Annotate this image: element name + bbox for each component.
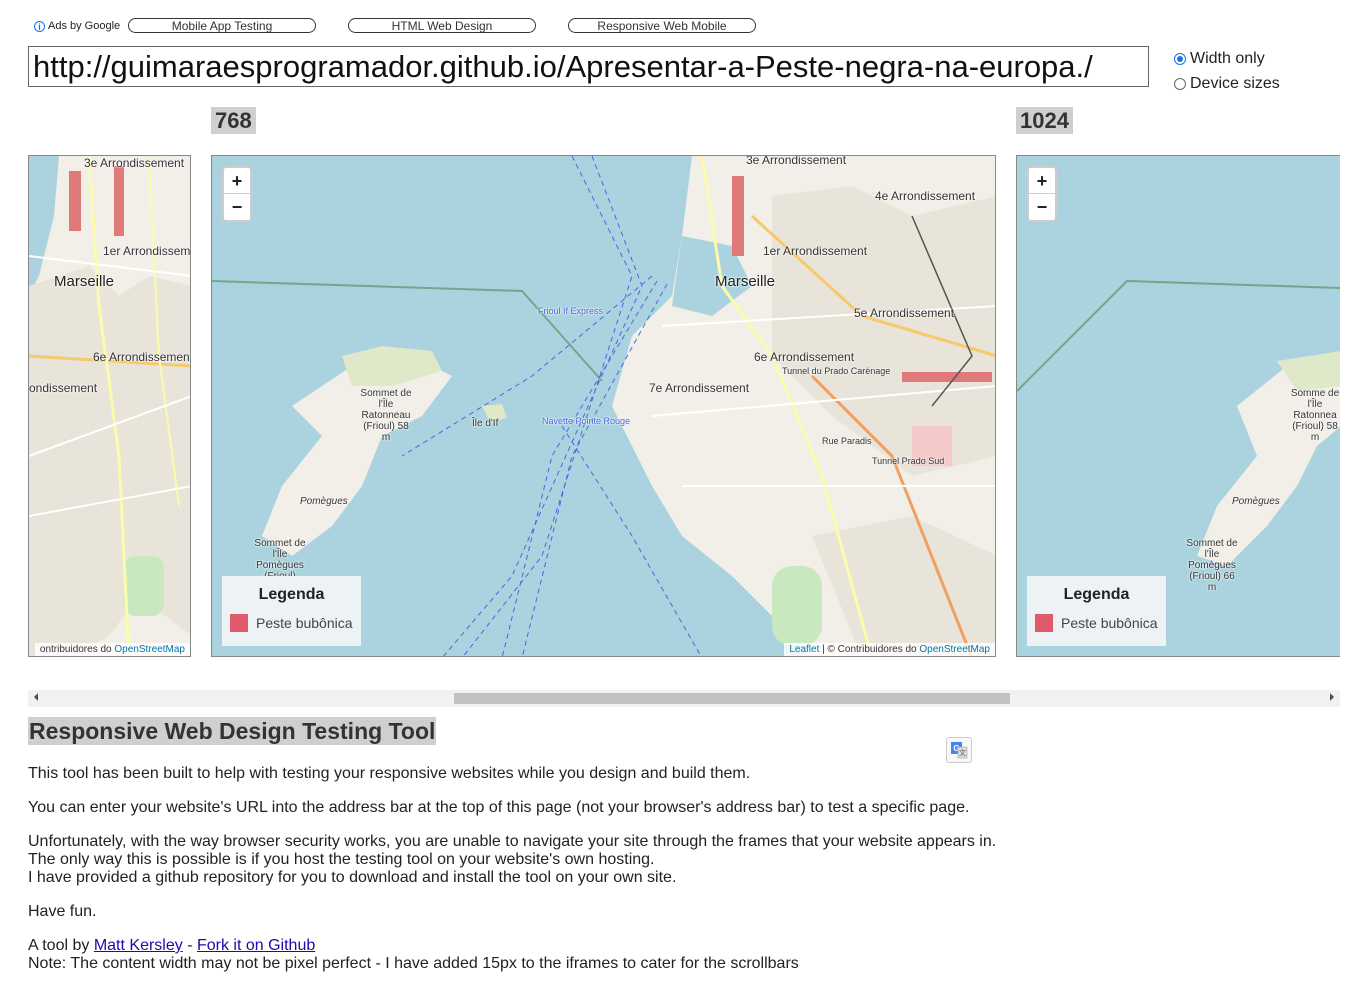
scroll-left-arrow-icon[interactable] (34, 693, 38, 701)
label-sommet-ratonneau: Sommet de l'Île Ratonneau (Frioul) 58 m (360, 388, 412, 443)
label-3e-arrondissement: 3e Arrondissement (84, 156, 185, 170)
zoom-in-button[interactable]: + (1029, 168, 1055, 194)
frame-1024[interactable]: Somme de l'Île Ratonnea (Frioul) 58 m So… (1016, 155, 1340, 657)
map-legend: Legenda Peste bubônica (1027, 576, 1166, 646)
frame-size-1024: 1024 (1016, 107, 1073, 134)
radio-label-device-sizes: Device sizes (1190, 75, 1280, 92)
frame-partial-left[interactable]: 3e Arrondissement 1er Arrondissement Mar… (28, 155, 191, 657)
credit-separator: - (182, 937, 197, 954)
credit-prefix: A tool by (28, 937, 94, 954)
leaflet-link[interactable]: Leaflet (789, 644, 819, 655)
map-attribution: Leaflet | © Contribuidores do OpenStreet… (784, 643, 995, 656)
paragraph-security-line2: The only way this is possible is if you … (28, 851, 655, 868)
radio-width-only[interactable]: Width only (1174, 50, 1265, 68)
legend-title: Legenda (1063, 586, 1130, 603)
attribution-text: ontribuidores do (39, 644, 115, 655)
label-1er-arrondissement: 1er Arrondissement (103, 244, 191, 258)
paragraph-security-line3: I have provided a github repository for … (28, 869, 677, 886)
openstreetmap-link[interactable]: OpenStreetMap (114, 644, 185, 655)
url-input[interactable] (28, 46, 1149, 87)
legend-swatch (230, 614, 248, 632)
legend-item-label: Peste bubônica (256, 615, 353, 631)
info-icon[interactable]: i (34, 20, 45, 32)
label-5e-arrondissement: 5e Arrondissement (854, 306, 955, 320)
page-title: Responsive Web Design Testing Tool (28, 717, 437, 745)
zoom-out-button[interactable]: − (224, 194, 250, 220)
legend-item-label: Peste bubônica (1061, 615, 1158, 631)
map-legend: Legenda Peste bubônica (222, 576, 361, 646)
author-link[interactable]: Matt Kersley (94, 937, 183, 954)
label-marseille: Marseille (54, 273, 115, 290)
paragraph-intro: This tool has been built to help with te… (28, 765, 751, 782)
radio-button-unchecked[interactable] (1174, 78, 1186, 90)
label-3e-arrondissement: 3e Arrondissement (746, 155, 847, 167)
zoom-in-button[interactable]: + (224, 168, 250, 194)
ad-button-mobile-app-testing[interactable]: Mobile App Testing (128, 18, 316, 33)
note-line: Note: The content width may not be pixel… (28, 955, 799, 972)
legend-item: Peste bubônica (230, 614, 353, 632)
horizontal-scrollbar[interactable] (28, 690, 1340, 707)
label-7e-arrondissement: 7e Arrondissement (649, 381, 750, 395)
legend-swatch (1035, 614, 1053, 632)
paragraph-security: Unfortunately, with the way browser secu… (28, 833, 996, 887)
map-attribution: ontribuidores do OpenStreetMap (34, 643, 190, 656)
label-6e-arrondissement: 6e Arrondissement (754, 350, 855, 364)
label-ile-dif: Île d'If (472, 418, 499, 429)
scroll-right-arrow-icon[interactable] (1330, 693, 1334, 701)
label-1er-arrondissement: 1er Arrondissement (763, 244, 868, 258)
svg-text:文: 文 (959, 748, 966, 757)
openstreetmap-link[interactable]: OpenStreetMap (919, 644, 990, 655)
label-arrondissement-partial: ondissement (29, 381, 98, 395)
radio-label-width-only: Width only (1190, 50, 1265, 67)
paragraph-security-line1: Unfortunately, with the way browser secu… (28, 833, 997, 850)
paragraph-have-fun: Have fun. (28, 903, 97, 920)
label-sommet-pomegues: Sommet de l'Île Pomègues (Frioul) 66 m (1186, 538, 1238, 593)
radio-button-checked[interactable] (1174, 53, 1186, 65)
legend-title: Legenda (258, 586, 325, 603)
credit-line: A tool by Matt Kersley - Fork it on Gith… (28, 937, 799, 955)
label-tunnel-prado: Tunnel du Prado Carénage (782, 366, 891, 376)
radio-device-sizes[interactable]: Device sizes (1174, 75, 1280, 93)
label-4e-arrondissement: 4e Arrondissement (875, 189, 976, 203)
ads-label: Ads by Google (48, 20, 121, 32)
frame-768[interactable]: 3e Arrondissement 4e Arrondissement 1er … (211, 155, 996, 657)
zoom-out-button[interactable]: − (1029, 194, 1055, 220)
legend-item: Peste bubônica (1035, 614, 1158, 632)
map-tiles (29, 156, 190, 656)
paragraph-url-help: You can enter your website's URL into th… (28, 799, 970, 816)
credits: A tool by Matt Kersley - Fork it on Gith… (28, 937, 799, 973)
zoom-control: + − (222, 166, 252, 222)
frame-size-768: 768 (211, 107, 256, 134)
scrollbar-thumb[interactable] (454, 693, 1010, 704)
label-pomegues: Pomègues (300, 496, 348, 507)
ad-button-html-web-design[interactable]: HTML Web Design (348, 18, 536, 33)
attribution-text: | © Contribuidores do (819, 644, 920, 655)
google-translate-icon[interactable]: G 文 (946, 737, 972, 763)
label-rue-paradis: Rue Paradis (822, 436, 872, 446)
label-6e-arrondissement: 6e Arrondissement (93, 350, 191, 364)
label-sommet-ratonneau-partial: Somme de l'Île Ratonnea (Frioul) 58 m (1290, 388, 1340, 443)
label-pomegues: Pomègues (1232, 496, 1280, 507)
ad-button-responsive-web-mobile[interactable]: Responsive Web Mobile (568, 18, 756, 33)
label-frioul-express: Frioul If Express (538, 306, 604, 316)
ads-by-google[interactable]: i Ads by Google (34, 20, 120, 32)
fork-github-link[interactable]: Fork it on Github (197, 937, 315, 954)
label-navette: Navette Pointe Rouge (542, 416, 631, 426)
label-tunnel-prado-sud: Tunnel Prado Sud (872, 456, 945, 466)
label-marseille: Marseille (715, 273, 776, 290)
zoom-control: + − (1027, 166, 1057, 222)
